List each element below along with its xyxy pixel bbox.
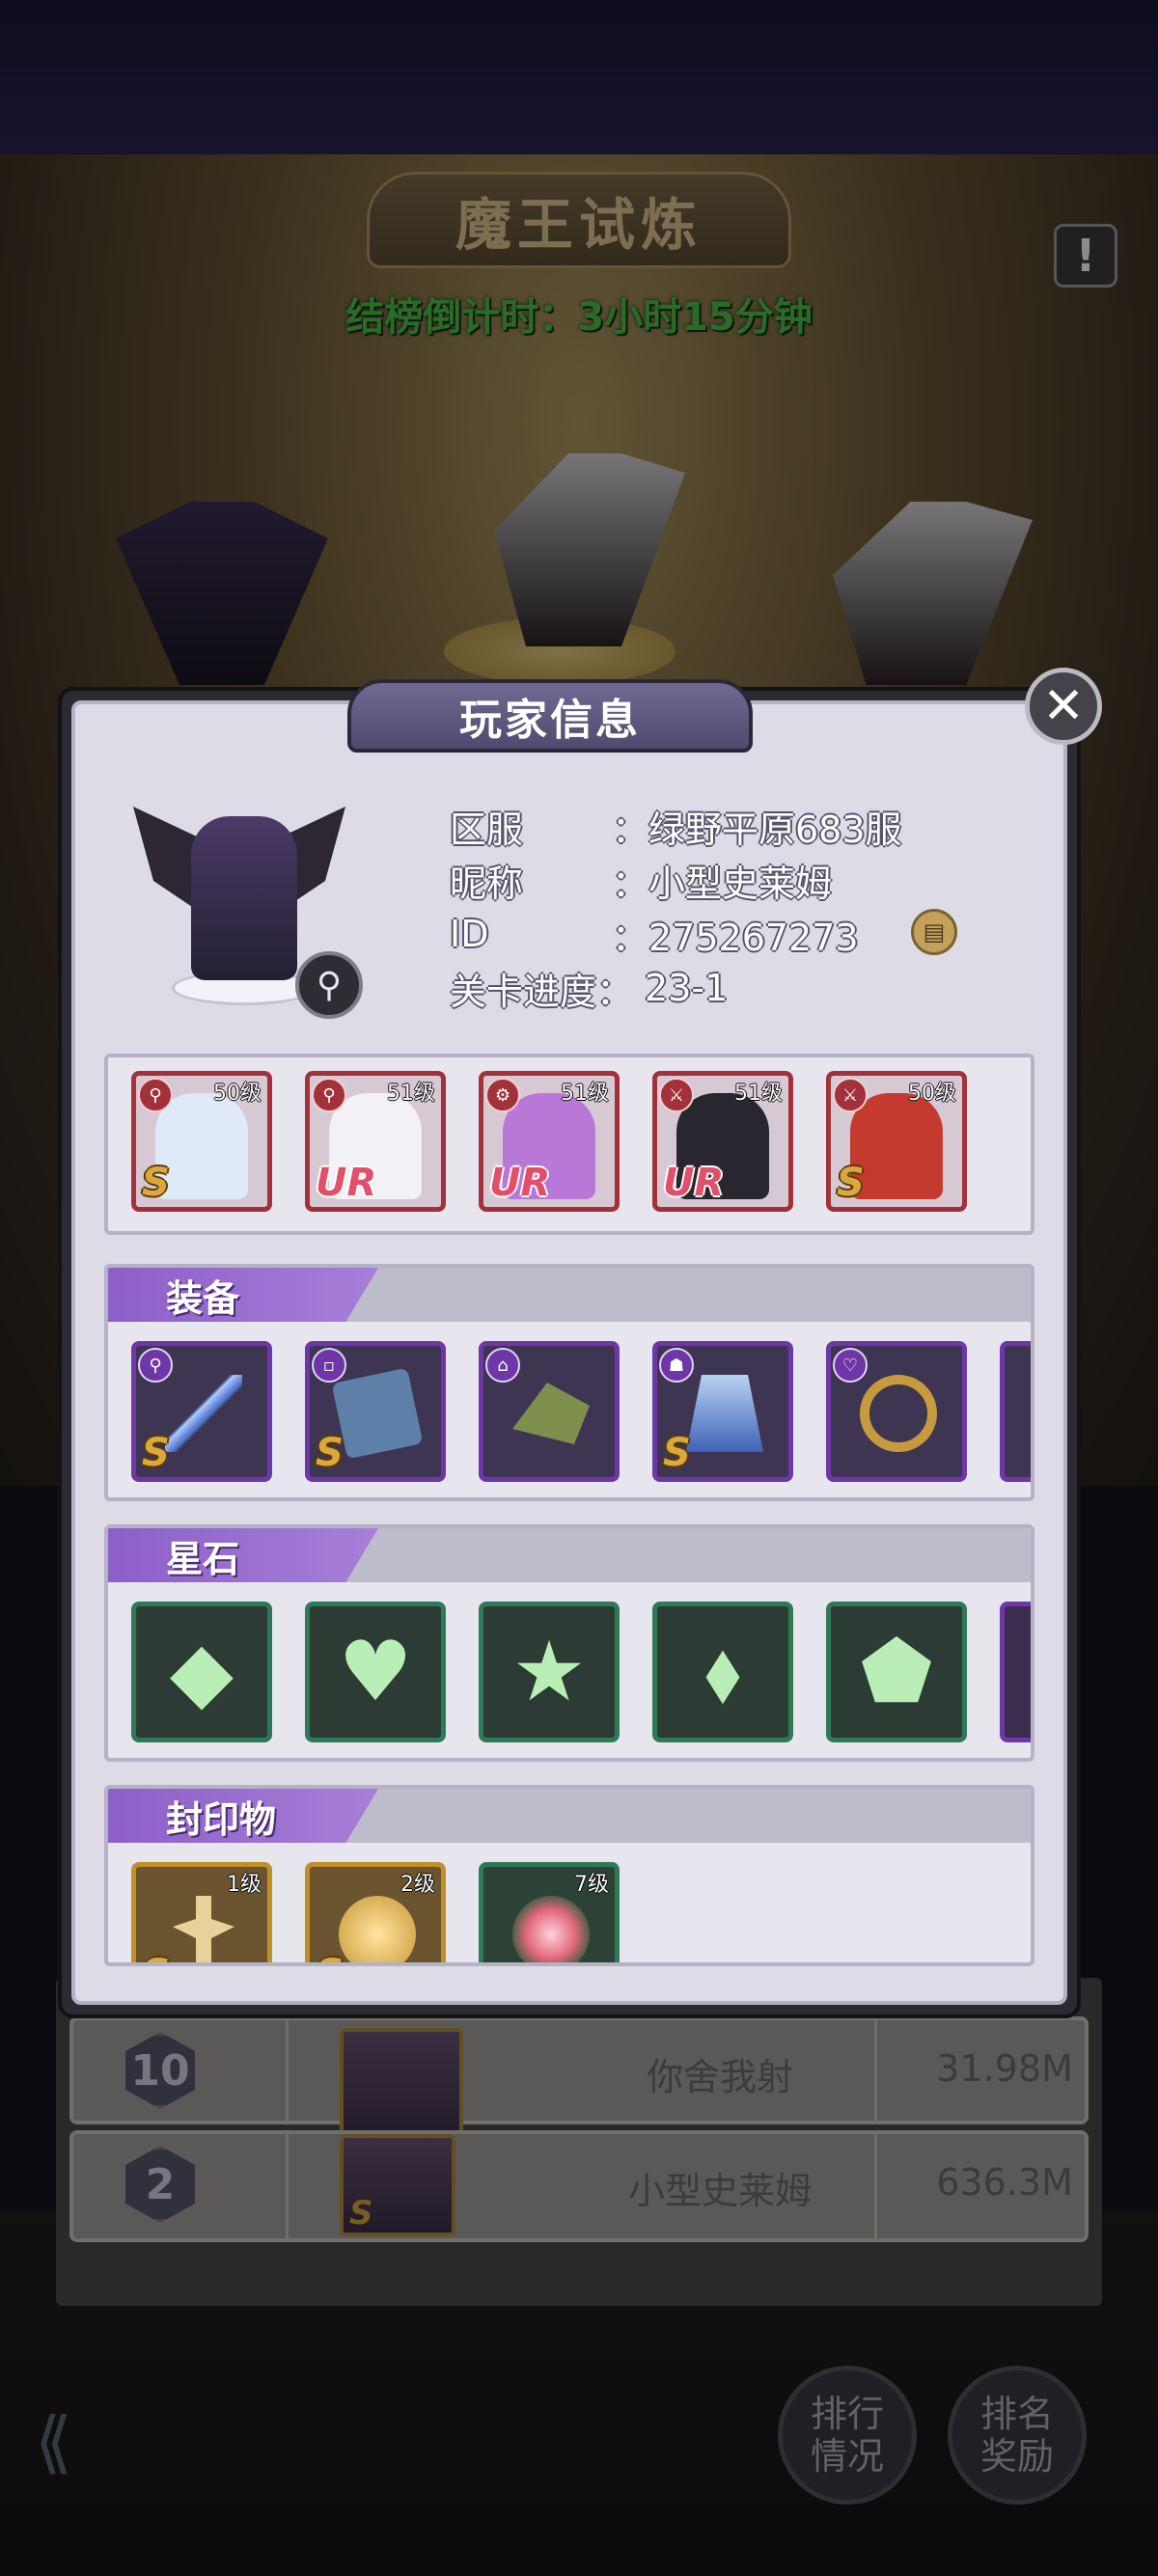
hero-slot[interactable]: ⚙ 51级 UR — [479, 1071, 620, 1212]
close-icon[interactable]: ✕ — [1025, 668, 1102, 745]
id-row: ID ：275267273 — [450, 907, 902, 961]
seal-level: 1级 — [227, 1873, 262, 1897]
equipment-slot[interactable]: ▫ S — [305, 1341, 446, 1482]
seal-grade: S — [142, 1952, 170, 1962]
hero-level: 50级 — [908, 1082, 956, 1106]
seal-section: 封印物 1级 S 2级 S 7级 — [104, 1785, 1034, 1966]
puppet-icon — [173, 1896, 234, 1962]
progress-value: 23-1 — [645, 967, 729, 1009]
equipment-slot[interactable]: ☗ S — [652, 1341, 793, 1482]
equipment-grade: S — [142, 1431, 170, 1475]
hero-slot[interactable]: ⚔ 51级 UR — [652, 1071, 793, 1212]
staff-icon — [165, 1375, 242, 1452]
seal-grade: S — [316, 1952, 344, 1962]
star-stone-title: 星石 — [108, 1528, 378, 1582]
hero-slot[interactable]: ⚔ 50级 S — [826, 1071, 967, 1212]
equipment-title: 装备 — [108, 1268, 378, 1322]
hero-level: 51级 — [734, 1082, 783, 1106]
gear-class-icon: ⚙ — [485, 1078, 520, 1112]
star-stone-slot[interactable]: ♥ — [305, 1602, 446, 1742]
nickname-label: 昵称 — [450, 862, 524, 905]
star-stone-slot[interactable]: ★ — [479, 1602, 620, 1742]
star-stone-slot[interactable]: ⬧ — [652, 1602, 793, 1742]
star-stone-section: 星石 ◆ ♥ ★ ⬧ ⬟ — [104, 1524, 1034, 1762]
star-stone-slot[interactable]: ⬟ — [826, 1602, 967, 1742]
server-row: 区服 ：绿野平原683服 — [450, 799, 902, 853]
avatar-figure — [191, 816, 297, 980]
hat-type-icon: ⌂ — [485, 1348, 520, 1383]
equipment-slot[interactable]: ♡ — [826, 1341, 967, 1482]
seal-level: 2级 — [400, 1873, 435, 1897]
hero-grade: UR — [663, 1161, 725, 1205]
sword-class-icon: ⚔ — [833, 1078, 868, 1112]
book-icon — [331, 1367, 424, 1460]
seal-title: 封印物 — [108, 1789, 378, 1843]
equipment-grade: S — [663, 1431, 691, 1475]
id-label: ID — [450, 913, 489, 955]
hero-level: 51级 — [387, 1082, 435, 1106]
equipment-slot[interactable]: ⚲ S — [131, 1341, 272, 1482]
player-avatar: ⚲ — [133, 797, 363, 1019]
equipment-grade: S — [316, 1431, 344, 1475]
diamond-gem-icon: ⬧ — [703, 1623, 742, 1719]
equipment-slot-partial[interactable] — [1000, 1341, 1031, 1482]
hero-level: 50级 — [213, 1082, 262, 1106]
seal-slot[interactable]: 7级 — [479, 1862, 620, 1962]
equipment-section: 装备 ⚲ S ▫ S ⌂ ☗ S ♡ — [104, 1264, 1034, 1501]
seal-level: 7级 — [574, 1873, 609, 1897]
progress-row: 关卡进度： 23-1 — [450, 961, 902, 1015]
ring-icon — [860, 1375, 937, 1452]
armor-type-icon: ☗ — [659, 1348, 694, 1383]
square-gem-icon: ◆ — [169, 1624, 234, 1720]
seal-slot[interactable]: 1级 S — [131, 1862, 272, 1962]
server-label: 区服 — [450, 808, 524, 851]
modal-title: 玩家信息 — [459, 696, 641, 745]
hero-lineup-section: ⚲ 50级 S ⚲ 51级 UR ⚙ 51级 UR ⚔ 51级 UR ⚔ 50级… — [104, 1054, 1034, 1235]
ring-type-icon: ♡ — [833, 1348, 868, 1383]
player-info-list: 区服 ：绿野平原683服 昵称 ：小型史莱姆 ID ：275267273 关卡进… — [450, 799, 902, 1015]
blade-class-icon: ⚔ — [659, 1078, 694, 1112]
wand-class-icon: ⚲ — [138, 1078, 173, 1112]
hero-grade: UR — [316, 1161, 377, 1205]
progress-label: 关卡进度： — [450, 970, 634, 1013]
hero-slot[interactable]: ⚲ 51级 UR — [305, 1071, 446, 1212]
copy-icon[interactable]: ▤ — [911, 909, 957, 955]
heart-gem-icon: ♥ — [338, 1624, 413, 1720]
hero-grade: S — [142, 1161, 170, 1205]
hero-slot[interactable]: ⚲ 50级 S — [131, 1071, 272, 1212]
nickname-row: 昵称 ：小型史莱姆 — [450, 853, 902, 907]
nickname-value: ：小型史莱姆 — [612, 862, 833, 905]
coin-icon — [339, 1896, 416, 1962]
cloak-icon — [686, 1375, 763, 1452]
seal-slot[interactable]: 2级 S — [305, 1862, 446, 1962]
hat-icon — [512, 1383, 590, 1444]
firework-flower-icon — [512, 1896, 590, 1962]
star-stone-slot-partial[interactable] — [1000, 1602, 1031, 1742]
hero-grade: S — [837, 1161, 865, 1205]
book-type-icon: ▫ — [312, 1348, 346, 1383]
hero-grade: UR — [489, 1161, 551, 1205]
hero-level: 51级 — [561, 1082, 609, 1106]
star-stone-slot[interactable]: ◆ — [131, 1602, 272, 1742]
modal-title-plate: 玩家信息 — [347, 679, 753, 753]
drop-gem-icon: ⬟ — [860, 1624, 933, 1720]
id-value: ：275267273 — [612, 916, 859, 959]
equipment-slot[interactable]: ⌂ — [479, 1341, 620, 1482]
server-value: ：绿野平原683服 — [612, 808, 902, 851]
wand-class-icon: ⚲ — [312, 1078, 346, 1112]
magnify-icon[interactable]: ⚲ — [295, 951, 363, 1019]
star-gem-icon: ★ — [511, 1624, 587, 1720]
